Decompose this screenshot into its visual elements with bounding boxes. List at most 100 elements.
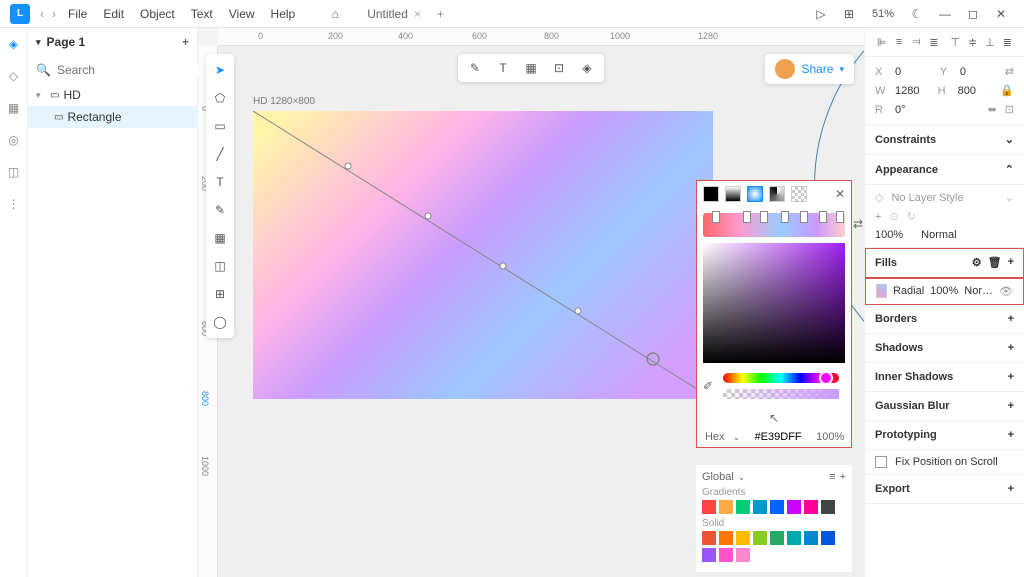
nav-back[interactable]: ‹ [36, 4, 48, 24]
eyedropper-icon[interactable]: ✐ [703, 379, 713, 393]
grid-tool[interactable]: ⊞ [210, 284, 230, 304]
list-view-icon[interactable]: ≡ [829, 471, 835, 483]
add-icon[interactable]: + [1008, 483, 1014, 495]
menu-help[interactable]: Help [263, 7, 304, 21]
fill-swatch[interactable] [876, 284, 887, 298]
grid-icon[interactable]: ⊞ [838, 3, 860, 25]
export-header[interactable]: Export+ [865, 475, 1024, 504]
tree-collapse[interactable]: ▾ [36, 90, 46, 101]
add-page[interactable]: + [182, 35, 189, 49]
tree-rect[interactable]: Rectangle [67, 110, 121, 124]
align-middle-icon[interactable]: ≑ [966, 34, 979, 50]
component-tool[interactable]: ◫ [210, 256, 230, 276]
hex-input[interactable] [748, 431, 808, 443]
component-tool-icon[interactable]: ◈ [578, 59, 596, 77]
fix-position-checkbox[interactable] [875, 456, 887, 468]
add-icon[interactable]: + [1008, 313, 1014, 325]
fill-type[interactable]: Radial [893, 285, 924, 297]
preset-swatch[interactable] [702, 531, 716, 545]
preset-swatch[interactable] [753, 531, 767, 545]
align-bottom-icon[interactable]: ⊥ [983, 34, 996, 50]
chevron-down-icon[interactable]: ▾ [36, 37, 41, 48]
hand-tool[interactable]: ⬠ [210, 88, 230, 108]
sync-icon[interactable]: ⊙ [889, 210, 898, 223]
add-tab[interactable]: + [429, 7, 452, 21]
preset-swatch[interactable] [804, 500, 818, 514]
add-icon[interactable]: + [1008, 342, 1014, 354]
flip-v-icon[interactable]: ⊡ [1005, 103, 1014, 116]
artboard[interactable] [253, 111, 713, 399]
close-window-icon[interactable]: ✕ [990, 3, 1012, 25]
image-tool[interactable]: ▦ [210, 228, 230, 248]
preset-swatch[interactable] [770, 531, 784, 545]
fill-angular[interactable] [769, 186, 785, 202]
add-style-icon[interactable]: + [875, 211, 881, 223]
appearance-header[interactable]: Appearance⌃ [865, 155, 1024, 185]
tree-artboard[interactable]: HD [63, 88, 80, 102]
line-tool[interactable]: ╱ [210, 144, 230, 164]
preset-swatch[interactable] [719, 500, 733, 514]
constraints-header[interactable]: Constraints⌄ [865, 125, 1024, 155]
nav-fwd[interactable]: › [48, 4, 60, 24]
fill-blend[interactable]: Nor… [964, 285, 993, 297]
menu-object[interactable]: Object [132, 7, 183, 21]
document-tab[interactable]: Untitled × [359, 7, 429, 21]
fill-solid[interactable] [703, 186, 719, 202]
gradient-editor[interactable]: ⇄ [703, 213, 845, 237]
select-tool[interactable]: ➤ [210, 60, 230, 80]
preset-swatch[interactable] [719, 548, 733, 562]
hex-label[interactable]: Hex [705, 431, 725, 443]
preset-swatch[interactable] [702, 548, 716, 562]
alpha-slider[interactable] [723, 389, 839, 399]
x-value[interactable]: 0 [895, 66, 932, 78]
rect-tool[interactable]: ▭ [210, 116, 230, 136]
alpha-value[interactable]: 100% [816, 431, 844, 443]
fill-radial[interactable] [747, 186, 763, 202]
styles-icon[interactable]: ◎ [4, 130, 24, 150]
layer-tool-icon[interactable]: ▦ [522, 59, 540, 77]
maximize-icon[interactable]: ◻ [962, 3, 984, 25]
preset-swatch[interactable] [821, 500, 835, 514]
opacity-value[interactable]: 100% [875, 229, 903, 241]
components-icon[interactable]: ◇ [4, 66, 24, 86]
fills-header[interactable]: Fills⚙🗑+ [865, 248, 1024, 278]
home-icon[interactable]: ⌂ [323, 2, 347, 26]
align-top-icon[interactable]: ⊤ [949, 34, 962, 50]
app-logo[interactable]: L [10, 4, 30, 24]
borders-header[interactable]: Borders+ [865, 305, 1024, 334]
visibility-icon[interactable]: 👁 [999, 285, 1013, 298]
page-name[interactable]: Page 1 [47, 35, 86, 49]
preset-swatch[interactable] [702, 500, 716, 514]
no-layer-style[interactable]: No Layer Style [891, 192, 963, 204]
blur-header[interactable]: Gaussian Blur+ [865, 392, 1024, 421]
minimize-icon[interactable]: — [934, 3, 956, 25]
align-right-icon[interactable]: ⫤ [910, 34, 923, 50]
inner-shadows-header[interactable]: Inner Shadows+ [865, 363, 1024, 392]
close-popup-icon[interactable]: ✕ [835, 187, 845, 201]
fill-linear[interactable] [725, 186, 741, 202]
preset-swatch[interactable] [787, 531, 801, 545]
refresh-icon[interactable]: ↻ [907, 210, 916, 223]
preset-swatch[interactable] [787, 500, 801, 514]
theme-icon[interactable]: ☾ [906, 3, 928, 25]
assets-icon[interactable]: ▦ [4, 98, 24, 118]
menu-text[interactable]: Text [183, 7, 221, 21]
swap-stops-icon[interactable]: ⇄ [853, 217, 863, 231]
preset-swatch[interactable] [719, 531, 733, 545]
preset-swatch[interactable] [753, 500, 767, 514]
comment-tool[interactable]: ◯ [210, 312, 230, 332]
settings-icon[interactable]: ⚙ [972, 256, 982, 269]
fill-opacity[interactable]: 100% [930, 285, 958, 297]
add-preset-icon[interactable]: + [840, 471, 846, 483]
lock-icon[interactable]: 🔒 [1000, 84, 1014, 97]
edit-tool-icon[interactable]: ✎ [466, 59, 484, 77]
r-value[interactable]: 0° [895, 104, 980, 116]
close-icon[interactable]: × [414, 7, 421, 21]
swap-icon[interactable]: ⇄ [1005, 65, 1014, 78]
flip-h-icon[interactable]: ⬌ [988, 103, 997, 116]
fill-pattern[interactable] [791, 186, 807, 202]
align-justify-icon[interactable]: ≣ [927, 34, 940, 50]
proto-header[interactable]: Prototyping+ [865, 421, 1024, 450]
preset-swatch[interactable] [804, 531, 818, 545]
layers-icon[interactable]: ◈ [4, 34, 24, 54]
